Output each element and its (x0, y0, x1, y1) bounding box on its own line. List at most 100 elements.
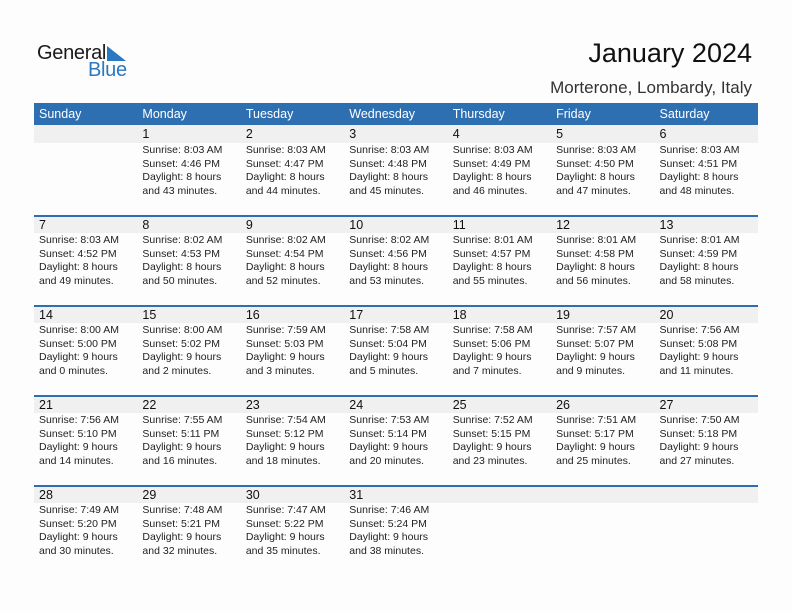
daylight-duration: Daylight: 9 hours (245, 531, 325, 543)
day-number: 8 (142, 218, 150, 232)
daylight-duration: Daylight: 9 hours (39, 531, 118, 543)
day-number: 17 (349, 308, 364, 322)
daylight-duration: and 11 minutes. (659, 364, 734, 377)
day-number: 22 (142, 398, 157, 412)
daylight-duration: and 49 minutes. (39, 274, 114, 287)
week-cells: 1 Sunrise: 8:03 AM Sunset: 4:46 PM Daylight… (34, 125, 758, 198)
daylight-duration: Daylight: 8 hours (556, 261, 635, 273)
day-number: 18 (452, 308, 467, 322)
daylight-duration: and 16 minutes. (142, 454, 218, 467)
day-info: Sunrise: 8:03 AM Sunset: 4:46 PM Daylight:… (142, 144, 240, 198)
sunset-time: Sunset: 5:20 PM (39, 517, 117, 530)
daylight-duration: Daylight: 9 hours (245, 351, 325, 363)
daylight-duration: Daylight: 9 hours (349, 441, 429, 453)
sunrise-time: Sunrise: 7:56 AM (659, 324, 740, 336)
day-info: Sunrise: 7:56 AM Sunset: 5:10 PM Daylight:… (39, 414, 137, 468)
day-info: Sunrise: 8:03 AM Sunset: 4:48 PM Daylight:… (349, 144, 447, 198)
week-row: 1 Sunrise: 8:03 AM Sunset: 4:46 PM Daylight… (34, 125, 758, 215)
sunset-time: Sunset: 4:57 PM (452, 247, 531, 260)
daylight-duration: and 55 minutes. (452, 274, 528, 287)
sunset-time: Sunset: 5:00 PM (39, 337, 117, 350)
daylight-duration: and 58 minutes. (659, 274, 735, 287)
sunset-time: Sunset: 5:02 PM (142, 337, 221, 350)
day-cell: 1 Sunrise: 8:03 AM Sunset: 4:46 PM Daylight… (137, 125, 240, 198)
daylight-duration: Daylight: 9 hours (142, 441, 222, 453)
daylight-duration: Daylight: 8 hours (349, 261, 429, 273)
day-cell: 28 Sunrise: 7:49 AM Sunset: 5:20 PM Dayligh… (34, 485, 137, 558)
day-cell: 12 Sunrise: 8:01 AM Sunset: 4:58 PM Dayligh… (551, 215, 654, 288)
weekday-header-saturday: Saturday (659, 107, 710, 121)
day-number: 4 (452, 127, 460, 141)
weeks-container: 1 Sunrise: 8:03 AM Sunset: 4:46 PM Daylight… (34, 125, 758, 575)
day-number: 21 (39, 398, 53, 412)
day-cell: 30 Sunrise: 7:47 AM Sunset: 5:22 PM Dayligh… (241, 485, 344, 558)
sunrise-time: Sunrise: 8:01 AM (659, 234, 740, 246)
daylight-duration: and 18 minutes. (245, 454, 321, 467)
daylight-duration: and 46 minutes. (452, 184, 528, 197)
day-cell: 18 Sunrise: 7:58 AM Sunset: 5:06 PM Dayligh… (448, 305, 551, 378)
sunrise-time: Sunrise: 8:00 AM (39, 324, 119, 336)
day-info: Sunrise: 8:03 AM Sunset: 4:49 PM Daylight:… (453, 144, 551, 198)
day-info: Sunrise: 7:53 AM Sunset: 5:14 PM Daylight:… (349, 414, 447, 468)
day-info: Sunrise: 8:02 AM Sunset: 4:56 PM Daylight:… (349, 234, 447, 288)
daylight-duration: Daylight: 8 hours (39, 261, 118, 273)
day-number: 9 (245, 218, 253, 232)
day-cell: 11 Sunrise: 8:01 AM Sunset: 4:57 PM Dayligh… (448, 215, 551, 288)
empty-day-cell (655, 485, 758, 558)
daylight-duration: and 14 minutes. (39, 454, 114, 467)
daylight-duration: Daylight: 9 hours (142, 351, 222, 363)
day-cell: 16 Sunrise: 7:59 AM Sunset: 5:03 PM Dayligh… (241, 305, 344, 378)
daylight-duration: and 7 minutes. (452, 364, 522, 377)
sunrise-time: Sunrise: 7:52 AM (452, 414, 533, 426)
day-number: 6 (659, 127, 667, 141)
day-info: Sunrise: 8:01 AM Sunset: 4:57 PM Daylight:… (453, 234, 551, 288)
sunrise-time: Sunrise: 8:03 AM (556, 144, 637, 156)
sunset-time: Sunset: 5:18 PM (659, 427, 738, 440)
sunrise-time: Sunrise: 8:02 AM (142, 234, 223, 246)
week-cells: 14 Sunrise: 8:00 AM Sunset: 5:00 PM Dayligh… (34, 305, 758, 378)
sunrise-time: Sunrise: 7:58 AM (452, 324, 533, 336)
day-cell: 25 Sunrise: 7:52 AM Sunset: 5:15 PM Dayligh… (448, 395, 551, 468)
sunrise-time: Sunrise: 7:57 AM (556, 324, 637, 336)
sunset-time: Sunset: 5:06 PM (452, 337, 531, 350)
sunrise-time: Sunrise: 8:03 AM (39, 234, 119, 246)
daylight-duration: Daylight: 9 hours (349, 351, 429, 363)
day-cell: 20 Sunrise: 7:56 AM Sunset: 5:08 PM Dayligh… (655, 305, 758, 378)
day-info: Sunrise: 8:02 AM Sunset: 4:53 PM Daylight:… (142, 234, 240, 288)
sunrise-time: Sunrise: 7:51 AM (556, 414, 637, 426)
daylight-duration: and 27 minutes. (659, 454, 735, 467)
weekday-header-monday: Monday (142, 107, 187, 121)
day-cell: 3 Sunrise: 8:03 AM Sunset: 4:48 PM Daylight… (344, 125, 447, 198)
day-info: Sunrise: 7:46 AM Sunset: 5:24 PM Daylight:… (349, 504, 447, 558)
daylight-duration: Daylight: 9 hours (349, 531, 429, 543)
sunset-time: Sunset: 5:24 PM (349, 517, 427, 530)
day-info: Sunrise: 8:03 AM Sunset: 4:52 PM Daylight:… (39, 234, 137, 288)
day-number: 23 (245, 398, 260, 412)
sunset-time: Sunset: 4:46 PM (142, 157, 221, 170)
daylight-duration: Daylight: 8 hours (556, 171, 635, 183)
day-info: Sunrise: 7:54 AM Sunset: 5:12 PM Daylight:… (246, 414, 344, 468)
day-info: Sunrise: 7:59 AM Sunset: 5:03 PM Daylight:… (246, 324, 344, 378)
daylight-duration: Daylight: 9 hours (142, 531, 222, 543)
daylight-duration: Daylight: 8 hours (245, 171, 325, 183)
day-number: 30 (245, 488, 260, 502)
day-number: 24 (349, 398, 364, 412)
day-info: Sunrise: 7:58 AM Sunset: 5:04 PM Daylight:… (349, 324, 447, 378)
daylight-duration: and 30 minutes. (39, 544, 114, 557)
daylight-duration: Daylight: 9 hours (659, 351, 739, 363)
sunrise-time: Sunrise: 7:47 AM (245, 504, 326, 516)
week-cells: 28 Sunrise: 7:49 AM Sunset: 5:20 PM Dayligh… (34, 485, 758, 558)
sunset-time: Sunset: 4:56 PM (349, 247, 427, 260)
sunset-time: Sunset: 4:59 PM (659, 247, 738, 260)
sunrise-time: Sunrise: 8:03 AM (659, 144, 740, 156)
day-number: 28 (39, 488, 53, 502)
sunset-time: Sunset: 5:12 PM (245, 427, 324, 440)
sunrise-time: Sunrise: 7:48 AM (142, 504, 223, 516)
day-cell: 22 Sunrise: 7:55 AM Sunset: 5:11 PM Dayligh… (137, 395, 240, 468)
weekday-header-sunday: Sunday (39, 107, 82, 121)
daylight-duration: Daylight: 9 hours (39, 441, 118, 453)
location-subtitle: Morterone, Lombardy, Italy (550, 78, 752, 97)
week-row: 28 Sunrise: 7:49 AM Sunset: 5:20 PM Dayligh… (34, 485, 758, 575)
day-info: Sunrise: 8:01 AM Sunset: 4:58 PM Daylight:… (556, 234, 654, 288)
sunrise-time: Sunrise: 8:01 AM (556, 234, 637, 246)
